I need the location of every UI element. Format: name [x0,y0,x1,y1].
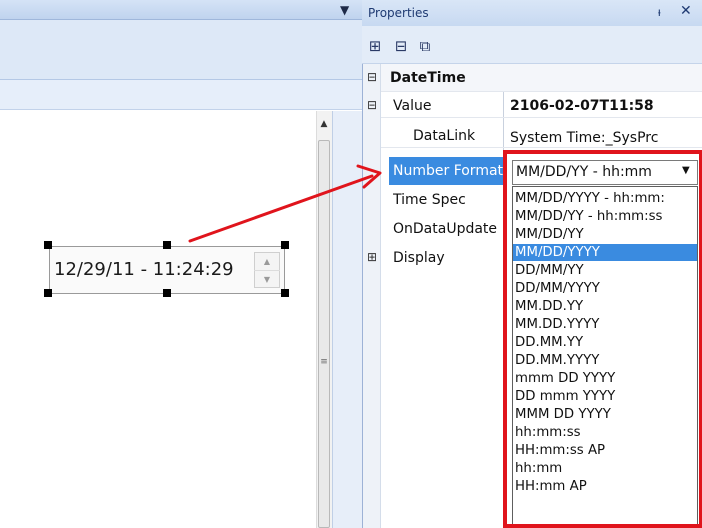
annotation-arrow [188,164,382,243]
